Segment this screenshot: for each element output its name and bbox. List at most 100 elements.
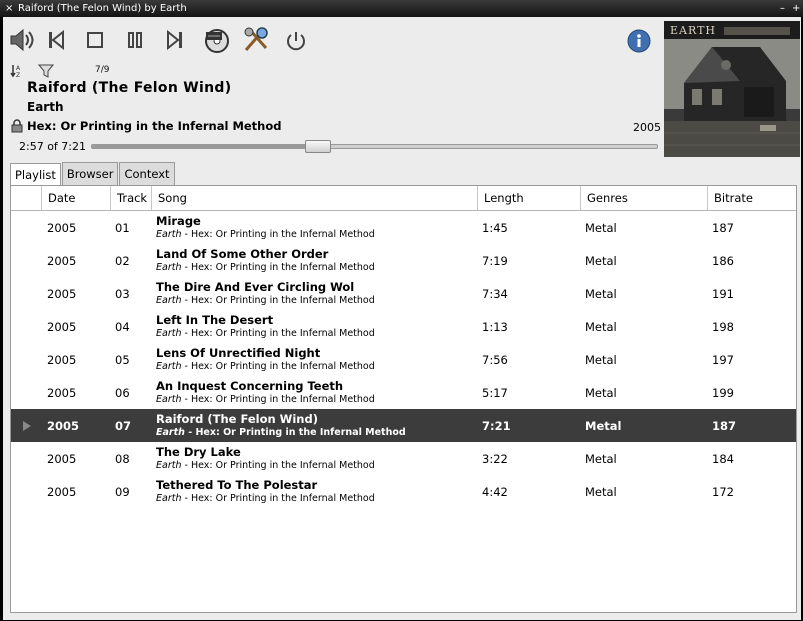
row-track-number: 09	[115, 485, 130, 499]
row-song-title: Left In The Desert	[156, 313, 274, 327]
row-song-subtitle: Earth - Hex: Or Printing in the Infernal…	[156, 460, 375, 471]
sort-icon[interactable]: AZ	[9, 63, 25, 79]
row-album: - Hex: Or Printing in the Infernal Metho…	[181, 328, 375, 339]
svg-text:A: A	[16, 65, 21, 72]
column-header-track[interactable]: Track	[110, 186, 151, 210]
row-bitrate: 198	[712, 320, 734, 334]
table-row[interactable]: 2005 02 Land Of Some Other Order Earth - He…	[11, 244, 796, 277]
row-song-title: The Dry Lake	[156, 445, 241, 459]
row-date: 2005	[47, 254, 77, 268]
row-date: 2005	[47, 386, 77, 400]
row-bitrate: 187	[712, 419, 737, 433]
pause-button[interactable]	[123, 28, 147, 52]
row-artist: Earth	[156, 295, 182, 306]
minimize-icon[interactable]: –	[780, 0, 785, 17]
settings-tools-icon[interactable]	[241, 26, 271, 54]
row-track-number: 03	[115, 287, 130, 301]
row-bitrate: 199	[712, 386, 734, 400]
row-bitrate: 172	[712, 485, 734, 499]
row-length: 7:34	[482, 287, 508, 301]
row-length: 7:19	[482, 254, 508, 268]
row-artist: Earth	[156, 262, 182, 273]
tab-browser[interactable]: Browser	[61, 162, 119, 185]
table-row[interactable]: 2005 09 Tethered To The Polestar Earth - He…	[11, 475, 796, 508]
tab-playlist[interactable]: Playlist	[10, 163, 61, 186]
row-album: - Hex: Or Printing in the Infernal Metho…	[181, 229, 375, 240]
table-row[interactable]: 2005 04 Left In The Desert Earth - Hex: Or …	[11, 310, 796, 343]
now-playing-title: Raiford (The Felon Wind)	[27, 80, 232, 96]
elapsed-time: 2:57 of 7:21	[19, 140, 86, 153]
row-date: 2005	[47, 287, 77, 301]
row-album: - Hex: Or Printing in the Infernal Metho…	[181, 493, 375, 504]
column-header-song[interactable]: Song	[151, 186, 477, 210]
tab-context[interactable]: Context	[119, 162, 175, 185]
row-bitrate: 191	[712, 287, 734, 301]
row-song-subtitle: Earth - Hex: Or Printing in the Infernal…	[156, 361, 375, 372]
volume-icon[interactable]	[8, 26, 36, 54]
row-song-subtitle: Earth - Hex: Or Printing in the Infernal…	[156, 328, 375, 339]
row-album: - Hex: Or Printing in the Infernal Metho…	[181, 262, 375, 273]
row-track-number: 08	[115, 452, 130, 466]
row-song-subtitle: Earth - Hex: Or Printing in the Infernal…	[156, 295, 375, 306]
row-track-number: 06	[115, 386, 130, 400]
lock-icon	[11, 119, 23, 133]
row-artist: Earth	[156, 229, 182, 240]
table-row[interactable]: 2005 08 The Dry Lake Earth - Hex: Or Printi…	[11, 442, 796, 475]
row-bitrate: 184	[712, 452, 734, 466]
row-date: 2005	[47, 221, 77, 235]
row-artist: Earth	[156, 460, 182, 471]
row-length: 7:56	[482, 353, 508, 367]
filter-icon[interactable]	[37, 62, 55, 80]
row-length: 1:13	[482, 320, 508, 334]
row-song-title: An Inquest Concerning Teeth	[156, 379, 344, 393]
table-row[interactable]: 2005 03 The Dire And Ever Circling Wol Eart…	[11, 277, 796, 310]
maximize-icon[interactable]: +	[792, 0, 800, 17]
row-track-number: 04	[115, 320, 130, 334]
stop-button[interactable]	[83, 28, 107, 52]
row-genre: Metal	[585, 353, 617, 367]
column-header-length[interactable]: Length	[477, 186, 580, 210]
row-length: 7:21	[482, 419, 511, 433]
seek-handle[interactable]	[305, 140, 331, 153]
info-icon[interactable]	[626, 28, 652, 54]
row-song-title: Land Of Some Other Order	[156, 247, 329, 261]
row-date: 2005	[47, 452, 77, 466]
row-song-subtitle: Earth - Hex: Or Printing in the Infernal…	[156, 394, 375, 405]
table-row[interactable]: 2005 01 Mirage Earth - Hex: Or Printing in …	[11, 211, 796, 244]
window-title: Raiford (The Felon Wind) by Earth	[18, 3, 187, 14]
row-album: - Hex: Or Printing in the Infernal Metho…	[184, 427, 406, 438]
column-header-genres[interactable]: Genres	[580, 186, 707, 210]
row-genre: Metal	[585, 221, 617, 235]
row-date: 2005	[47, 320, 77, 334]
row-song-subtitle: Earth - Hex: Or Printing in the Infernal…	[156, 427, 406, 438]
row-genre: Metal	[585, 386, 617, 400]
burn-disc-icon[interactable]	[202, 26, 232, 54]
row-artist: Earth	[156, 427, 185, 438]
row-song-title: Lens Of Unrectified Night	[156, 346, 321, 360]
row-album: - Hex: Or Printing in the Infernal Metho…	[181, 394, 375, 405]
row-track-number: 01	[115, 221, 130, 235]
playlist-table: Date Track Song Length Genres Bitrate 20…	[10, 185, 797, 613]
table-row[interactable]: 2005 05 Lens Of Unrectified Night Earth - H…	[11, 343, 796, 376]
row-album: - Hex: Or Printing in the Infernal Metho…	[181, 460, 375, 471]
row-date: 2005	[47, 353, 77, 367]
previous-track-button[interactable]	[44, 28, 68, 52]
column-header-date[interactable]: Date	[41, 186, 110, 210]
row-artist: Earth	[156, 361, 182, 372]
column-header-bitrate[interactable]: Bitrate	[707, 186, 796, 210]
table-row[interactable]: 2005 06 An Inquest Concerning Teeth Earth -…	[11, 376, 796, 409]
close-icon[interactable]: ×	[5, 0, 13, 17]
row-length: 4:42	[482, 485, 508, 499]
column-header-indicator[interactable]	[11, 186, 41, 210]
next-track-button[interactable]	[163, 28, 187, 52]
playlist-header: Date Track Song Length Genres Bitrate	[11, 186, 796, 211]
seek-bar-fill	[92, 145, 318, 148]
row-genre: Metal	[585, 287, 617, 301]
power-icon[interactable]	[283, 28, 309, 54]
seek-bar[interactable]	[91, 140, 658, 153]
table-row[interactable]: 2005 07 Raiford (The Felon Wind) Earth - He…	[11, 409, 796, 442]
row-track-number: 05	[115, 353, 130, 367]
row-song-title: Tethered To The Polestar	[156, 478, 318, 492]
row-artist: Earth	[156, 493, 182, 504]
row-song-title: The Dire And Ever Circling Wol	[156, 280, 355, 294]
